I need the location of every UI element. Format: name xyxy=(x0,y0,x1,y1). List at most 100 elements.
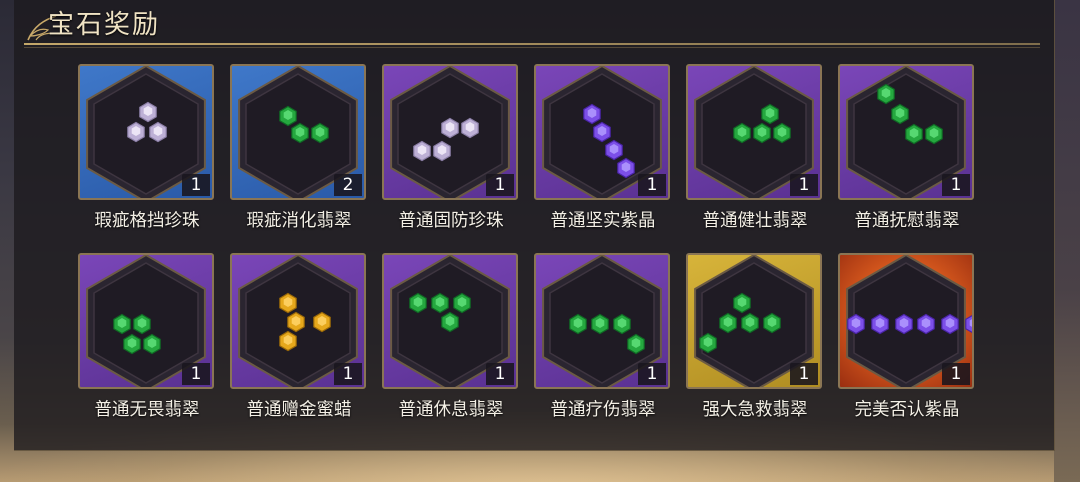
reward-item[interactable]: 1 完美否认紫晶 xyxy=(838,253,974,443)
gem-icon xyxy=(453,292,471,314)
item-name: 强大急救翡翠 xyxy=(702,400,808,420)
gem-icon xyxy=(925,123,943,145)
gem-icon xyxy=(847,313,865,335)
item-name: 瑕疵消化翡翠 xyxy=(246,211,352,231)
gem-icon xyxy=(441,311,459,333)
gem-icon xyxy=(409,292,427,314)
item-name: 普通固防珍珠 xyxy=(398,211,504,231)
gem-icon xyxy=(279,330,297,352)
reward-item[interactable]: 1 瑕疵格挡珍珠 xyxy=(78,64,214,254)
title-divider-thin xyxy=(24,47,1040,48)
item-count: 1 xyxy=(182,174,210,196)
gem-icon xyxy=(133,313,151,335)
item-name: 普通赠金蜜蜡 xyxy=(246,400,352,420)
reward-item[interactable]: 1 普通休息翡翠 xyxy=(382,253,518,443)
item-count: 1 xyxy=(942,174,970,196)
reward-item-tile[interactable]: 1 xyxy=(686,64,822,200)
item-count: 1 xyxy=(638,174,666,196)
gem-icon xyxy=(741,312,759,334)
gem-icon xyxy=(605,139,623,161)
item-name: 瑕疵格挡珍珠 xyxy=(94,211,200,231)
gem-icon xyxy=(311,122,329,144)
reward-item[interactable]: 1 普通固防珍珠 xyxy=(382,64,518,254)
gem-icon xyxy=(441,117,459,139)
title-divider xyxy=(24,43,1040,45)
gem-icon xyxy=(733,292,751,314)
item-name: 完美否认紫晶 xyxy=(854,400,960,420)
gem-icon xyxy=(733,122,751,144)
reward-item-tile[interactable]: 1 xyxy=(534,64,670,200)
gem-icon xyxy=(279,292,297,314)
reward-item-tile[interactable]: 1 xyxy=(382,64,518,200)
gem-icon xyxy=(139,101,157,123)
gem-icon xyxy=(627,333,645,355)
gem-icon xyxy=(291,122,309,144)
reward-item-tile[interactable]: 1 xyxy=(78,64,214,200)
gem-icon xyxy=(965,314,972,334)
item-count: 1 xyxy=(638,363,666,385)
item-count: 2 xyxy=(334,174,362,196)
panel-title: 宝石奖励 xyxy=(48,10,161,40)
reward-item-tile[interactable]: 1 xyxy=(534,253,670,389)
gem-icon xyxy=(905,123,923,145)
gem-icon xyxy=(917,313,935,335)
gem-icon xyxy=(719,312,737,334)
gem-icon xyxy=(287,311,305,333)
gem-icon xyxy=(313,311,331,333)
gem-icon xyxy=(143,333,161,355)
item-count: 1 xyxy=(182,363,210,385)
gem-icon xyxy=(699,332,717,354)
gem-icon xyxy=(149,121,167,143)
reward-item-tile[interactable]: 1 xyxy=(382,253,518,389)
gem-icon xyxy=(461,117,479,139)
item-count: 1 xyxy=(486,174,514,196)
item-name: 普通健壮翡翠 xyxy=(702,211,808,231)
reward-item-tile[interactable]: 1 xyxy=(838,253,974,389)
reward-item-tile[interactable]: 1 xyxy=(78,253,214,389)
item-name: 普通抚慰翡翠 xyxy=(854,211,960,231)
gem-icon xyxy=(593,121,611,143)
item-name: 普通坚实紫晶 xyxy=(550,211,656,231)
item-count: 1 xyxy=(790,174,818,196)
item-count: 1 xyxy=(486,363,514,385)
gem-icon xyxy=(613,313,631,335)
item-count: 1 xyxy=(790,363,818,385)
panel-header: 宝石奖励 xyxy=(14,0,1044,48)
reward-item[interactable]: 1 普通赠金蜜蜡 xyxy=(230,253,366,443)
item-name: 普通休息翡翠 xyxy=(398,400,504,420)
gem-icon xyxy=(433,140,451,162)
reward-item-tile[interactable]: 2 xyxy=(230,64,366,200)
gem-icon xyxy=(413,140,431,162)
reward-item[interactable]: 1 普通疗伤翡翠 xyxy=(534,253,670,443)
gem-icon xyxy=(617,157,635,179)
reward-item[interactable]: 1 普通健壮翡翠 xyxy=(686,64,822,254)
gem-icon xyxy=(569,313,587,335)
reward-item-tile[interactable]: 1 xyxy=(230,253,366,389)
gem-icon xyxy=(123,333,141,355)
gem-icon xyxy=(113,313,131,335)
reward-item[interactable]: 1 普通抚慰翡翠 xyxy=(838,64,974,254)
reward-item[interactable]: 2 瑕疵消化翡翠 xyxy=(230,64,366,254)
gem-icon xyxy=(773,122,791,144)
item-name: 普通无畏翡翠 xyxy=(94,400,200,420)
item-name: 普通疗伤翡翠 xyxy=(550,400,656,420)
gem-icon xyxy=(761,103,779,125)
item-count: 1 xyxy=(942,363,970,385)
gem-icon xyxy=(753,122,771,144)
gem-icon xyxy=(763,312,781,334)
reward-item-tile[interactable]: 1 xyxy=(838,64,974,200)
reward-item[interactable]: 1 普通无畏翡翠 xyxy=(78,253,214,443)
gem-icon xyxy=(591,313,609,335)
reward-item[interactable]: 1 强大急救翡翠 xyxy=(686,253,822,443)
reward-item[interactable]: 1 普通坚实紫晶 xyxy=(534,64,670,254)
gem-icon xyxy=(895,313,913,335)
gem-icon xyxy=(583,103,601,125)
gem-icon xyxy=(891,103,909,125)
gem-icon xyxy=(431,292,449,314)
background-edge xyxy=(1054,0,1080,482)
reward-item-tile[interactable]: 1 xyxy=(686,253,822,389)
gem-icon xyxy=(941,313,959,335)
item-count: 1 xyxy=(334,363,362,385)
gem-icon xyxy=(871,313,889,335)
gem-icon xyxy=(877,83,895,105)
